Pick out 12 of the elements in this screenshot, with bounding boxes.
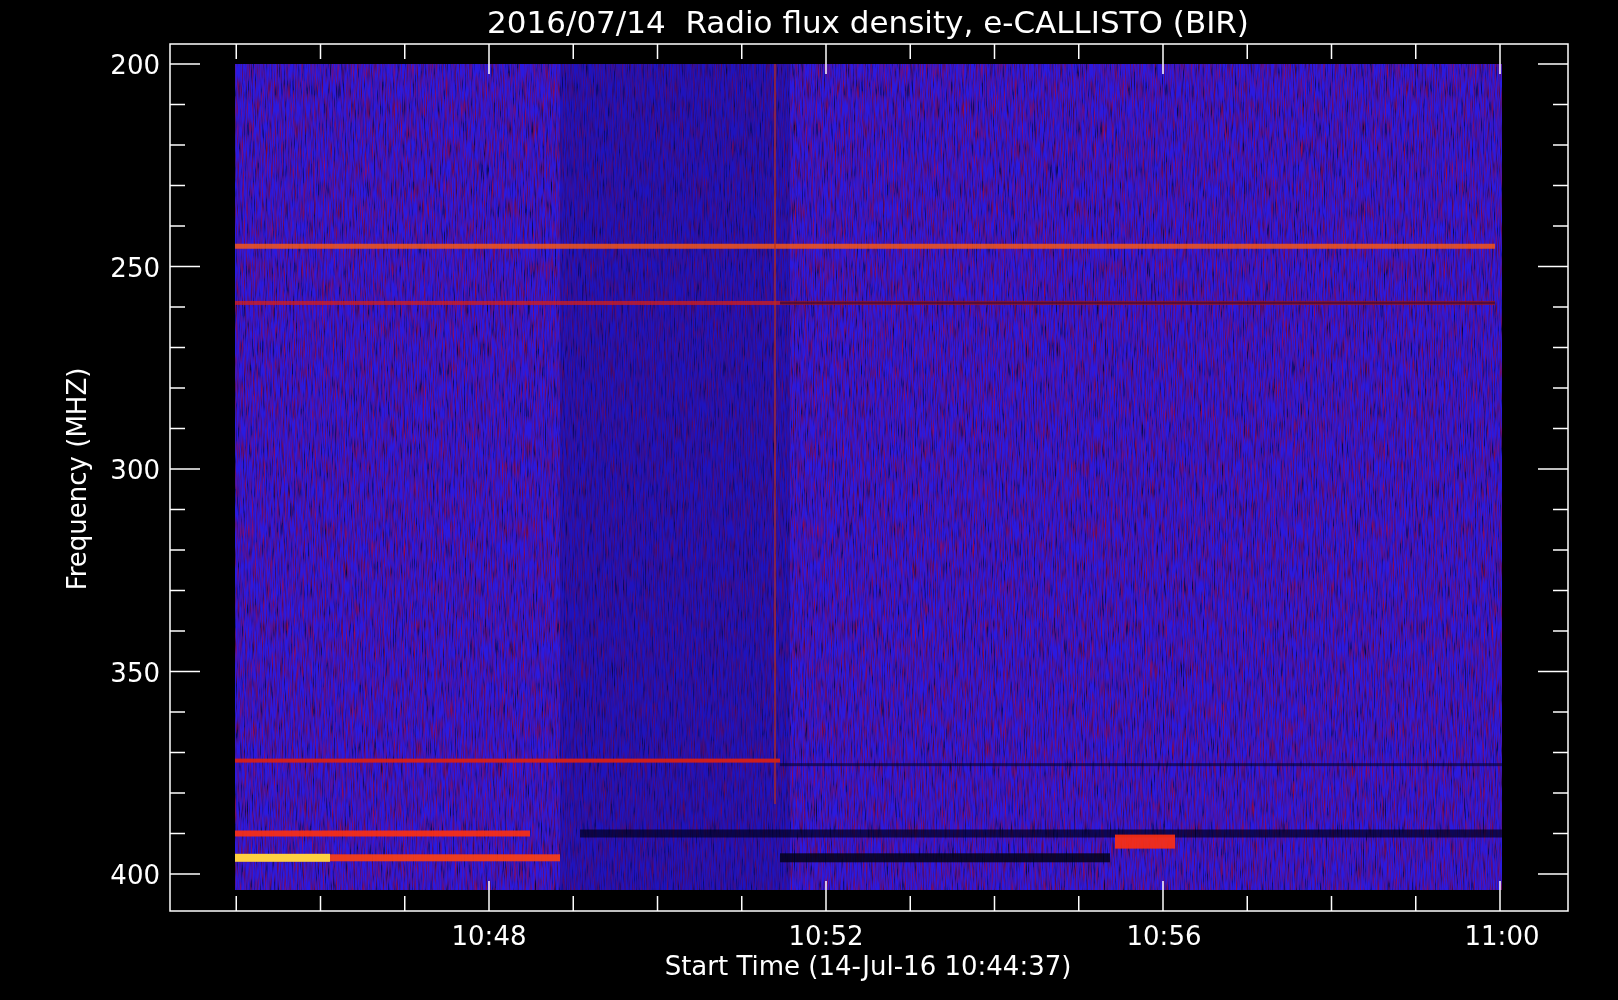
y-tick-label: 350 [110,657,160,688]
x-tick-label: 10:48 [451,921,527,951]
x-tick-label: 10:52 [788,921,864,951]
y-axis-label: Frequency (MHZ) [62,367,92,591]
y-tick-label: 200 [110,50,160,80]
x-tick-label: 10:56 [1126,921,1202,951]
plot-title: 2016/07/14 Radio flux density, e-CALLISTO (BIR) [487,4,1249,40]
x-axis-label: Start Time (14-Jul-16 10:44:37) [664,951,1072,981]
x-tick-label: 11:00 [1464,921,1540,951]
y-tick-label: 400 [110,860,160,890]
y-tick-label: 300 [110,455,160,485]
y-tick-label: 250 [110,252,160,283]
